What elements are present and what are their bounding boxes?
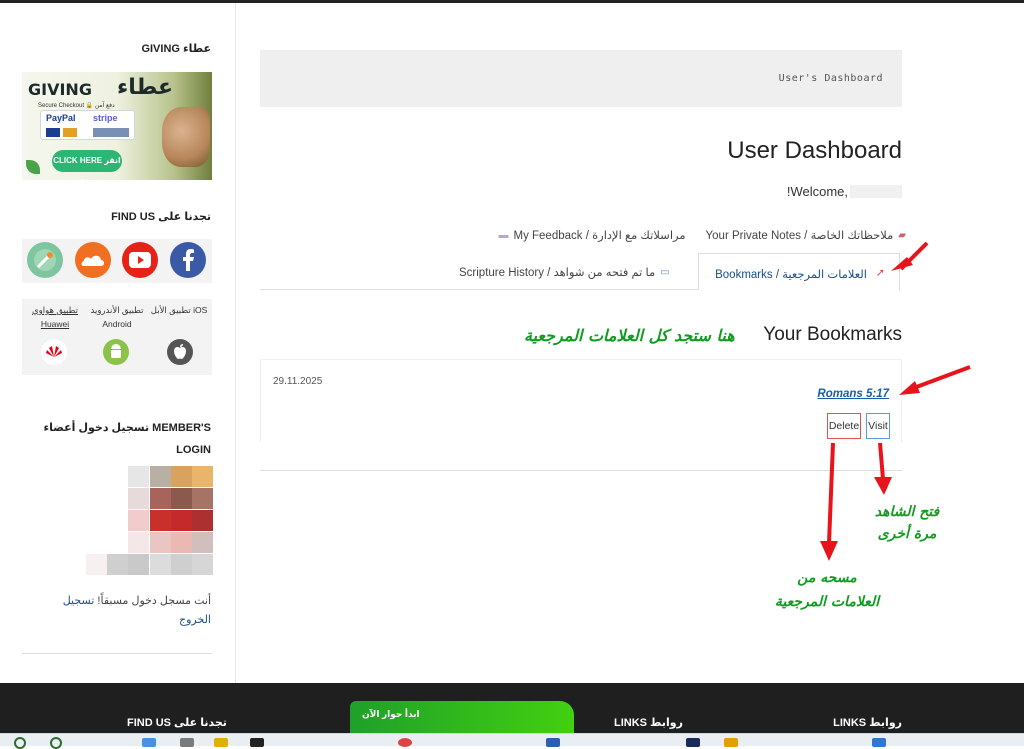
annotation-delete: مسحه من العلامات المرجعية <box>757 566 897 614</box>
tab-scripture-history-label: Scripture History / ما تم فتحه من شواهد <box>459 267 656 279</box>
footer-links-title-1: روابط LINKS <box>833 717 902 729</box>
social-icons <box>22 239 212 283</box>
welcome-text: !Welcome, <box>786 184 848 199</box>
notes-icon: ▰ <box>898 229 906 241</box>
footer-links-title-2: روابط LINKS <box>614 717 683 729</box>
apple-logo-icon <box>174 344 186 359</box>
user-avatar <box>86 466 214 578</box>
giving-banner[interactable]: GIVING عطاء Secure Checkout 🔒 دفع آمن Pa… <box>22 72 212 180</box>
soundcloud-icon[interactable] <box>75 242 111 278</box>
huawei-flower-icon <box>46 346 62 357</box>
logged-in-text: أنت مسجل دخول مسبقاً! <box>97 595 211 607</box>
giving-brand-ar: عطاء <box>117 75 173 100</box>
main-content: User's Dashboard User Dashboard !Welcome… <box>237 3 1024 683</box>
breadcrumb: User's Dashboard <box>260 50 902 107</box>
logged-in-status: أنت مسجل دخول مسبقاً! تسجيل الخروج <box>31 592 211 630</box>
paypal-logo: PayPal <box>46 113 76 123</box>
start-chat-label: ابدأ حوار الآن <box>362 709 420 719</box>
facebook-icon[interactable] <box>170 242 206 278</box>
satellite-icon <box>34 249 56 271</box>
annotation-visit-line2: مرة أخرى <box>877 526 937 542</box>
bookmarks-annotation: هنا ستجد كل العلامات المرجعية <box>524 326 735 345</box>
huawei-app-label[interactable]: تطبيق هواوي <box>32 305 78 315</box>
footer: روابط LINKS روابط LINKS ابدأ حوار الآن ت… <box>0 683 1024 733</box>
breadcrumb-text: User's Dashboard <box>778 73 883 84</box>
sidebar-divider <box>22 653 212 654</box>
tab-my-feedback[interactable]: ▬ My Feedback / مراسلاتك مع الإدارة <box>498 228 686 243</box>
visit-bookmark-button[interactable]: Visit <box>866 413 890 439</box>
annotation-delete-line1: مسحه من <box>797 570 857 586</box>
arrow-head-link <box>899 381 920 395</box>
youtube-icon[interactable] <box>122 242 158 278</box>
arrow-to-visit <box>878 442 885 480</box>
bookmark-date: 29.11.2025 <box>273 376 323 387</box>
book-icon: ▭ <box>660 266 670 278</box>
app-links: تطبيق هواوي Huawei تطبيق الأندرويد Andro… <box>22 299 212 375</box>
tab-bookmarks-label: Bookmarks / العلامات المرجعية <box>715 269 867 281</box>
bookmarks-heading: Your Bookmarks <box>763 324 902 345</box>
arrow-head-visit <box>874 477 892 495</box>
content-divider <box>260 470 902 471</box>
taskbar-icon-2[interactable] <box>50 737 62 749</box>
leaf-icon <box>26 160 40 174</box>
footer-findus-title: تجدنا على FIND US <box>127 717 227 729</box>
feedback-icon: ▬ <box>498 229 509 241</box>
tab-private-notes-label: Your Private Notes / ملاحظاتك الخاصة <box>705 230 894 242</box>
tabs-baseline <box>260 289 698 290</box>
ios-app-link[interactable]: تطبيق الأبل iOS <box>148 303 210 317</box>
tab-private-notes[interactable]: Your Private Notes / ملاحظاتك الخاصة ▰ <box>705 228 906 243</box>
visa-card-icon <box>46 128 60 137</box>
arrow-to-delete <box>827 442 835 544</box>
huawei-icon[interactable] <box>41 339 67 365</box>
tab-my-feedback-label: My Feedback / مراسلاتك مع الإدارة <box>513 230 686 242</box>
play-icon <box>129 252 151 268</box>
apple-icon[interactable] <box>167 339 193 365</box>
welcome-message: !Welcome, <box>787 184 902 199</box>
ios-app-label: تطبيق الأبل iOS <box>150 305 208 315</box>
android-app-label: تطبيق الأندرويد Android <box>90 305 144 329</box>
android-icon[interactable] <box>103 339 129 365</box>
tab-bookmarks[interactable]: Bookmarks / العلامات المرجعية ➚ <box>698 253 900 290</box>
tabs-row-2: Scripture History / ما تم فتحه من شواهد … <box>260 253 902 290</box>
mastercard-icon <box>63 128 77 137</box>
taskbar-icon-1[interactable] <box>14 737 26 749</box>
arrow-to-bookmarks-tab <box>899 241 929 271</box>
login-title: تسجيل دخول أعضاء MEMBER'S LOGIN <box>43 422 211 456</box>
huawei-app-link[interactable]: تطبيق هواوي Huawei <box>24 303 86 331</box>
giving-brand-en: GIVING <box>28 80 92 99</box>
page-title: User Dashboard <box>727 137 902 164</box>
arrow-to-bookmark-link <box>910 365 971 391</box>
facebook-f-icon <box>183 249 194 271</box>
delete-bookmark-button[interactable]: Delete <box>827 413 861 439</box>
giving-title: عطاء GIVING <box>141 43 211 55</box>
cards-icon <box>93 128 129 137</box>
tabs-row-1: ▬ My Feedback / مراسلاتك مع الإدارة Your… <box>498 228 906 243</box>
cloud-icon <box>81 255 104 266</box>
findus-title: تجدنا على FIND US <box>111 211 211 223</box>
arrow-head-delete <box>820 541 838 561</box>
annotation-visit: فتح الشاهد مرة أخرى <box>857 501 957 545</box>
os-taskbar <box>0 733 1024 749</box>
bookmark-item: 29.11.2025 Romans 5:17 Delete Visit <box>260 359 902 443</box>
android-app-link[interactable]: تطبيق الأندرويد Android <box>86 303 148 331</box>
hand-planting-image <box>162 107 210 167</box>
stripe-logo: stripe <box>93 113 118 123</box>
android-robot-icon <box>111 344 121 358</box>
bookmark-reference-link[interactable]: Romans 5:17 <box>817 388 889 400</box>
secure-checkout-text: Secure Checkout 🔒 دفع آمن <box>38 103 115 109</box>
huawei-app-sublabel[interactable]: Huawei <box>41 319 69 329</box>
annotation-visit-line1: فتح الشاهد <box>874 504 940 520</box>
payment-logos: PayPal stripe <box>40 110 135 140</box>
annotation-delete-line2: العلامات المرجعية <box>774 594 880 610</box>
tab-scripture-history[interactable]: Scripture History / ما تم فتحه من شواهد … <box>459 265 670 280</box>
sidebar: عطاء GIVING GIVING عطاء Secure Checkout … <box>0 3 236 683</box>
bookmark-icon: ➚ <box>875 267 885 279</box>
radio-icon[interactable] <box>27 242 63 278</box>
start-chat-button[interactable]: ابدأ حوار الآن <box>350 701 574 733</box>
giving-click-here-button[interactable]: CLICK HERE انقر هنا <box>52 150 122 180</box>
username-redacted <box>850 185 902 198</box>
